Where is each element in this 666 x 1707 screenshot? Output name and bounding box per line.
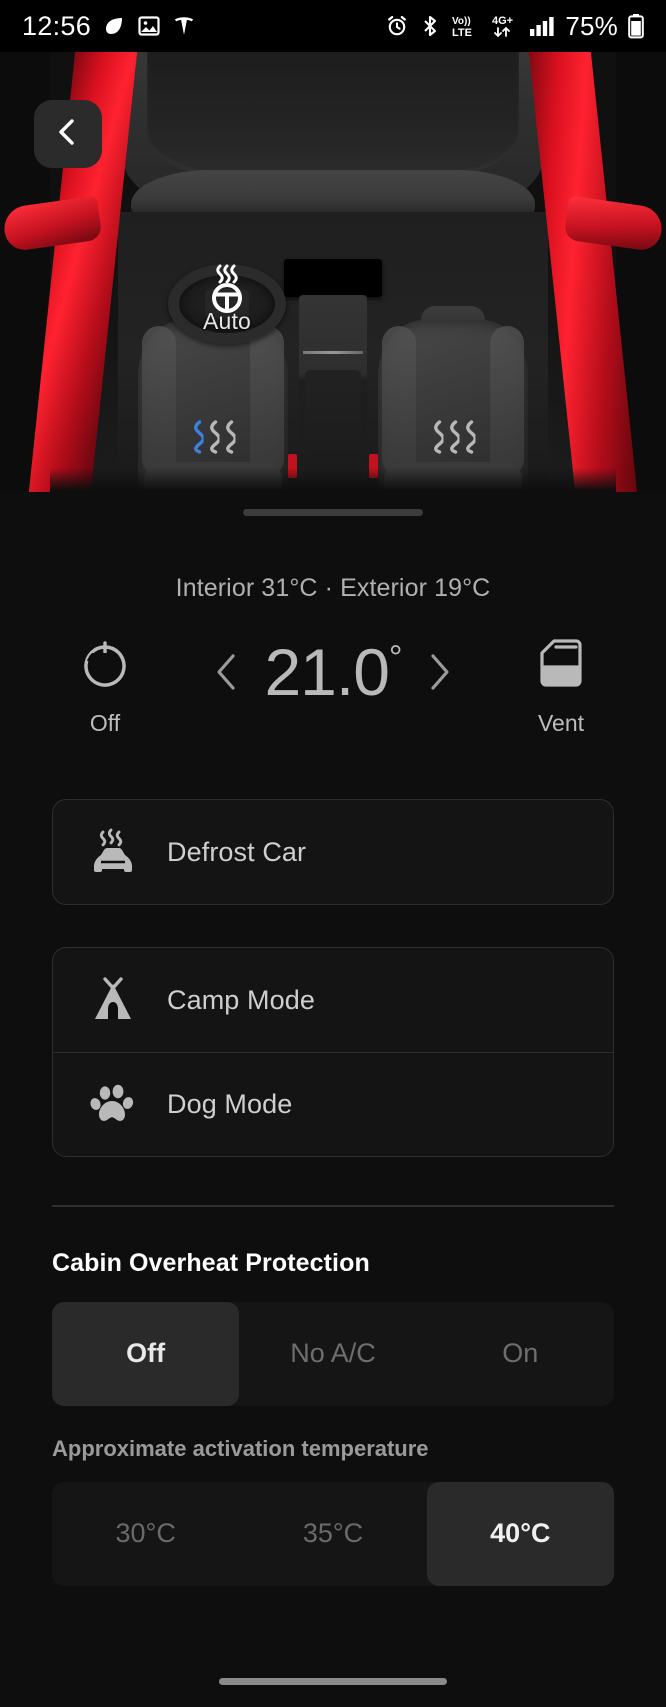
temp-decrease-button[interactable] (204, 649, 250, 695)
driver-seat-heat-icon (191, 420, 236, 454)
temperature-summary: Interior 31°C · Exterior 19°C (175, 574, 491, 602)
modes-card: Camp Mode Dog Mode (52, 947, 614, 1157)
status-bar-right: Vo)) LTE 4G+ 75% (385, 11, 644, 42)
camp-mode-label: Camp Mode (167, 984, 315, 1015)
overheat-mode-on[interactable]: On (427, 1302, 614, 1406)
hero-fade (50, 468, 616, 492)
power-icon (77, 635, 133, 696)
status-bar-left: 12:56 (22, 11, 196, 42)
driver-seat-heater-button[interactable] (138, 306, 288, 492)
system-navigation-bar (0, 1655, 666, 1707)
status-bar: 12:56 Vo)) LTE 4G+ 75% (0, 0, 666, 52)
chevron-left-icon (217, 654, 236, 690)
defrost-card: Defrost Car (52, 799, 614, 905)
tesla-icon (172, 14, 196, 38)
alarm-icon (385, 14, 409, 38)
photo-icon (137, 14, 161, 38)
car-deck (131, 170, 535, 216)
climate-panel: Interior 31°C · Exterior 19°C Off 21.0 ° (0, 532, 666, 1655)
climate-control-row: Off 21.0 ° Vent (0, 603, 666, 737)
overheat-mode-off[interactable]: Off (52, 1301, 240, 1406)
vent-icon (536, 635, 586, 696)
battery-icon (628, 13, 644, 39)
defrost-car-button[interactable]: Defrost Car (53, 800, 613, 904)
temp-increase-button[interactable] (416, 649, 462, 695)
target-temperature-stepper: 21.0 ° (164, 639, 502, 705)
back-chevron-icon (53, 117, 83, 152)
home-indicator[interactable] (219, 1677, 447, 1685)
status-bar-clock: 12:56 (22, 10, 92, 41)
car-rear-glass (147, 52, 519, 178)
activation-temp-35[interactable]: 35°C (239, 1482, 426, 1586)
tent-icon (87, 974, 139, 1026)
dog-mode-button[interactable]: Dog Mode (53, 1052, 613, 1156)
svg-text:Vo)): Vo)) (452, 16, 471, 27)
camp-mode-button[interactable]: Camp Mode (53, 948, 613, 1052)
passenger-seat-heater-button[interactable] (378, 306, 528, 492)
leaf-icon (102, 14, 126, 38)
degree-symbol: ° (388, 639, 403, 677)
target-temperature-value-group: 21.0 ° (264, 635, 403, 709)
vehicle-interior-image: Auto (0, 52, 666, 492)
activation-temperature-label: Approximate activation temperature (52, 1435, 429, 1461)
sheet-drag-handle[interactable] (243, 508, 423, 516)
back-button[interactable] (34, 100, 102, 168)
target-temperature-value: 21.0 (264, 635, 389, 709)
action-cards: Defrost Car Camp Mode Dog Mode (0, 799, 666, 1157)
defrost-car-icon (87, 826, 139, 878)
passenger-seat-heat-icon (431, 420, 476, 454)
steering-wheel-auto-label: Auto (202, 308, 252, 334)
phone-screen: 12:56 Vo)) LTE 4G+ 75% Auto Interior 31°… (0, 0, 666, 1707)
cabin-overheat-title: Cabin Overheat Protection (52, 1248, 370, 1277)
svg-text:4G+: 4G+ (492, 15, 513, 27)
bluetooth-icon (419, 14, 441, 38)
driver-bolster-right (250, 326, 284, 476)
passenger-bolster-right (490, 326, 524, 476)
overheat-mode-no-ac[interactable]: No A/C (239, 1302, 426, 1406)
svg-text:LTE: LTE (452, 27, 472, 39)
dog-mode-label: Dog Mode (167, 1089, 293, 1119)
paw-icon (87, 1079, 139, 1131)
volte-icon: Vo)) LTE (451, 13, 481, 39)
chevron-right-icon (430, 654, 449, 690)
driver-bolster-left (142, 326, 176, 476)
climate-vent-button[interactable]: Vent (502, 635, 620, 737)
defrost-car-label: Defrost Car (167, 836, 307, 867)
climate-power-label: Off (89, 710, 121, 736)
passenger-bolster-left (382, 326, 416, 476)
activation-temp-40[interactable]: 40°C (426, 1481, 614, 1586)
cabin-overheat-mode-segmented: Off No A/C On (52, 1301, 614, 1406)
climate-vent-label: Vent (537, 710, 585, 736)
activation-temperature-segmented: 30°C 35°C 40°C (52, 1481, 614, 1586)
car-render: Auto (1, 52, 665, 492)
climate-power-button[interactable]: Off (46, 635, 164, 737)
sheet-handle-row[interactable] (0, 492, 666, 532)
steering-wheel-heater-button[interactable]: Auto (168, 264, 286, 344)
activation-temp-30[interactable]: 30°C (52, 1482, 239, 1586)
battery-percentage: 75% (565, 10, 618, 41)
car-center-screen (284, 259, 382, 297)
signal-bars-icon (529, 14, 555, 38)
4g-plus-icon: 4G+ (491, 13, 519, 39)
